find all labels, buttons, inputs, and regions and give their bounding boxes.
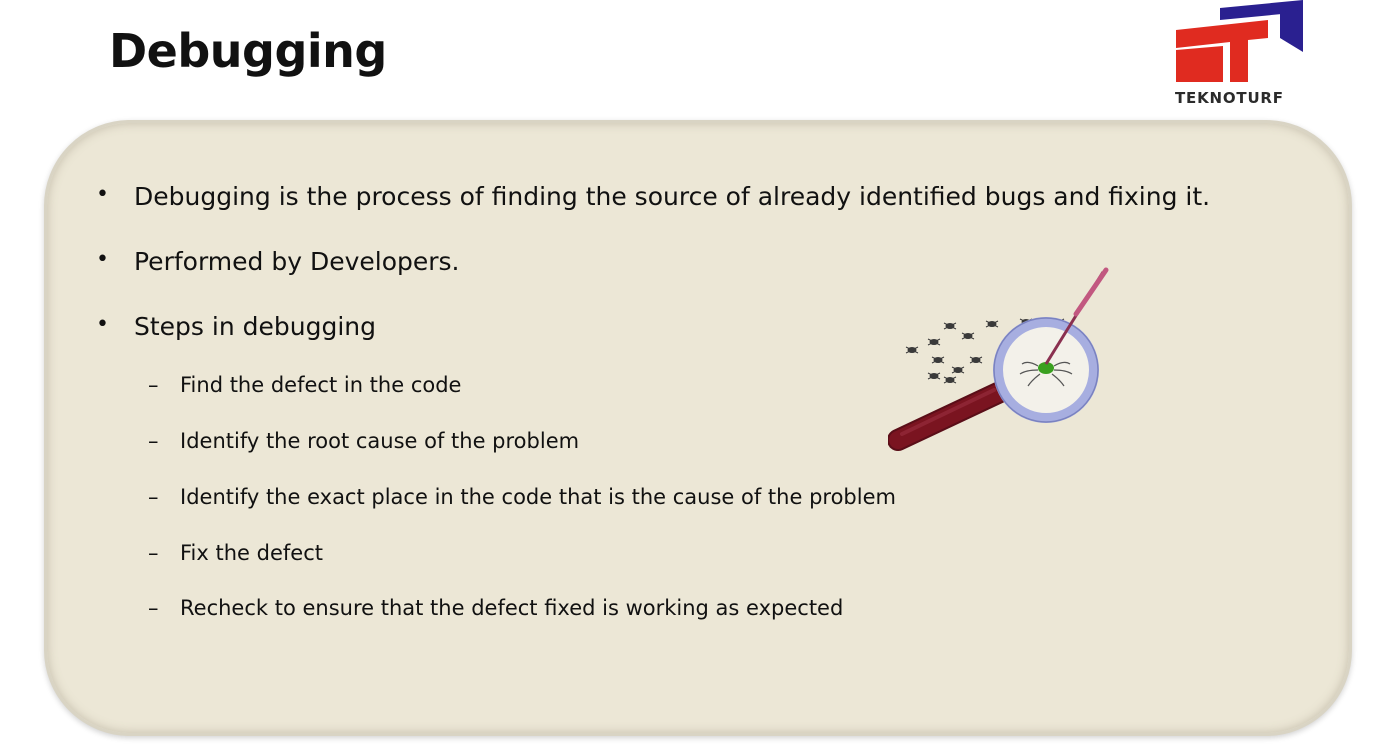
magnifying-glass-bug-illustration (888, 267, 1109, 451)
step-marker: – (148, 485, 159, 509)
step-text: Recheck to ensure that the defect fixed … (180, 596, 844, 620)
content-panel (44, 120, 1352, 736)
logo-text: TEKNOTURF (1175, 89, 1284, 107)
bullet-text: Debugging is the process of finding the … (134, 182, 1211, 211)
step-marker: – (148, 541, 159, 565)
bullet-marker: • (96, 247, 109, 272)
step-marker: – (148, 429, 159, 453)
bullet-marker: • (96, 312, 109, 337)
step-marker: – (148, 373, 159, 397)
bullet-text: Performed by Developers. (134, 247, 460, 276)
step-marker: – (148, 596, 159, 620)
step-text: Identify the exact place in the code tha… (180, 485, 896, 509)
step-text: Identify the root cause of the problem (180, 429, 580, 453)
slide-title: Debugging (109, 24, 387, 78)
bullet-text: Steps in debugging (134, 312, 376, 341)
bullet-marker: • (96, 182, 109, 207)
step-text: Fix the defect (180, 541, 323, 565)
step-text: Find the defect in the code (180, 373, 462, 397)
